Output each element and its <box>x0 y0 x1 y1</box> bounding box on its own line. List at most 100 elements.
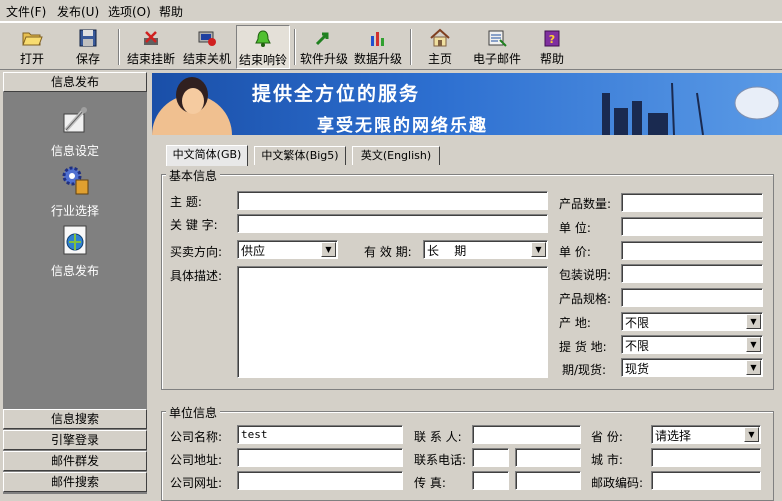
open-button[interactable]: 打开 <box>10 25 54 69</box>
banner-slogan-1: 提供全方位的服务 <box>252 83 421 105</box>
toolbar-separator <box>118 29 120 65</box>
term-label: 期/现货: <box>562 363 607 377</box>
sidebar-item-label: 信息设定 <box>50 144 99 158</box>
packaging-label: 包装说明: <box>559 268 612 282</box>
chevron-down-icon[interactable]: ▼ <box>744 427 759 442</box>
province-select[interactable]: 请选择 ▼ <box>651 425 761 444</box>
menu-file[interactable]: 文件(F) <box>6 3 46 20</box>
description-textarea[interactable] <box>237 266 548 378</box>
tab-simplified-chinese[interactable]: 中文简体(GB) <box>166 145 248 166</box>
sidebar-item-info-settings[interactable]: 信息设定 <box>3 104 147 159</box>
banner-slogan-2: 享受无限的网络乐趣 <box>317 116 488 135</box>
chevron-down-icon[interactable]: ▼ <box>746 337 761 352</box>
province-label: 省 份: <box>591 430 623 444</box>
unit-input[interactable] <box>621 217 763 236</box>
help-button[interactable]: ? 帮助 <box>530 25 574 69</box>
phone-area-code-input[interactable] <box>472 448 509 467</box>
end-hangup-label: 结束挂断 <box>126 52 175 66</box>
keyword-input[interactable] <box>237 214 548 233</box>
basic-info-title: 基本信息 <box>166 167 221 184</box>
quantity-input[interactable] <box>621 193 763 212</box>
direction-select[interactable]: 供应 ▼ <box>237 240 338 259</box>
spec-label: 产品规格: <box>559 292 612 306</box>
address-input[interactable] <box>237 448 403 467</box>
toolbar-separator <box>294 29 296 65</box>
sidebar-header-search[interactable]: 信息搜索 <box>3 409 147 429</box>
software-upgrade-button[interactable]: 软件升级 <box>298 25 350 69</box>
company-name-label: 公司名称: <box>170 430 223 444</box>
zipcode-input[interactable] <box>651 471 761 490</box>
open-label: 打开 <box>19 52 44 66</box>
company-name-input[interactable] <box>237 425 403 444</box>
fax-label: 传 真: <box>414 476 446 490</box>
sidebar-header-engine-login[interactable]: 引擎登录 <box>3 430 147 450</box>
sidebar-item-info-publish[interactable]: 信息发布 <box>3 224 147 279</box>
term-select[interactable]: 现货 ▼ <box>621 358 763 377</box>
software-upgrade-label: 软件升级 <box>299 52 348 66</box>
tab-traditional-chinese[interactable]: 中文繁体(Big5) <box>254 146 346 165</box>
keyword-label: 关 键 字: <box>170 218 218 232</box>
email-label: 电子邮件 <box>472 52 521 66</box>
email-icon <box>488 30 507 47</box>
chevron-down-icon[interactable]: ▼ <box>321 242 336 257</box>
svg-text:?: ? <box>549 33 555 46</box>
origin-label: 产 地: <box>559 316 591 330</box>
price-input[interactable] <box>621 241 763 260</box>
sidebar-header-mass-mail[interactable]: 邮件群发 <box>3 451 147 471</box>
city-input[interactable] <box>651 448 761 467</box>
contact-input[interactable] <box>472 425 581 444</box>
validity-select[interactable]: 长 期 ▼ <box>423 240 548 259</box>
sidebar-item-industry-select[interactable]: 行业选择 <box>3 164 147 219</box>
validity-value: 长 期 <box>427 244 467 258</box>
validity-label: 有 效 期: <box>364 245 412 259</box>
gear-industry-icon <box>62 166 89 195</box>
chevron-down-icon[interactable]: ▼ <box>746 360 761 375</box>
origin-select[interactable]: 不限 ▼ <box>621 312 763 331</box>
term-value: 现货 <box>625 362 650 376</box>
fax-number-input[interactable] <box>515 471 581 490</box>
tab-english[interactable]: 英文(English) <box>352 146 440 165</box>
end-ring-button[interactable]: 结束响铃 <box>236 25 290 69</box>
end-hangup-button[interactable]: 结束挂断 <box>124 25 178 69</box>
website-label: 公司网址: <box>170 476 223 490</box>
data-upgrade-label: 数据升级 <box>353 52 402 66</box>
sidebar-header-mail-search[interactable]: 邮件搜索 <box>3 472 147 492</box>
sidebar-item-label: 行业选择 <box>50 204 99 218</box>
price-label: 单 价: <box>559 245 591 259</box>
chevron-down-icon[interactable]: ▼ <box>531 242 546 257</box>
homepage-button[interactable]: 主页 <box>418 25 462 69</box>
homepage-label: 主页 <box>427 52 452 66</box>
end-shutdown-button[interactable]: 结束关机 <box>180 25 234 69</box>
save-label: 保存 <box>75 52 100 66</box>
home-icon <box>430 28 450 47</box>
city-label: 城 市: <box>591 453 623 467</box>
menu-publish[interactable]: 发布(U) <box>57 3 99 20</box>
banner: 提供全方位的服务 享受无限的网络乐趣 <box>152 73 782 135</box>
chevron-down-icon[interactable]: ▼ <box>746 314 761 329</box>
phone-number-input[interactable] <box>515 448 581 467</box>
packaging-input[interactable] <box>621 264 763 283</box>
toolbar: 打开 保存 结束挂断 结束关机 结束响铃 软件升级 数据升级 主页 电子邮件 ?… <box>0 22 782 70</box>
subject-input[interactable] <box>237 191 548 210</box>
fax-area-code-input[interactable] <box>472 471 509 490</box>
save-button[interactable]: 保存 <box>66 25 110 69</box>
spec-input[interactable] <box>621 288 763 307</box>
contact-label: 联 系 人: <box>414 430 462 444</box>
end-shutdown-label: 结束关机 <box>182 52 231 66</box>
sidebar: 信息发布 信息设定 行业选择 信息发布 信息搜索 引擎登录 邮件群发 邮件搜索 <box>3 72 147 494</box>
sidebar-header-publish[interactable]: 信息发布 <box>3 72 147 92</box>
menu-options[interactable]: 选项(O) <box>108 3 151 20</box>
help-label: 帮助 <box>539 52 564 66</box>
upgrade-arrow-icon <box>315 32 329 46</box>
delivery-select[interactable]: 不限 ▼ <box>621 335 763 354</box>
website-input[interactable] <box>237 471 403 490</box>
delivery-label: 提 货 地: <box>559 340 607 354</box>
email-button[interactable]: 电子邮件 <box>470 25 524 69</box>
end-ring-label: 结束响铃 <box>238 53 287 67</box>
bell-icon <box>255 30 271 47</box>
data-upgrade-button[interactable]: 数据升级 <box>352 25 404 69</box>
province-value: 请选择 <box>655 429 692 443</box>
origin-value: 不限 <box>625 316 650 330</box>
menu-help[interactable]: 帮助 <box>159 3 183 20</box>
direction-label: 买卖方向: <box>170 245 223 259</box>
